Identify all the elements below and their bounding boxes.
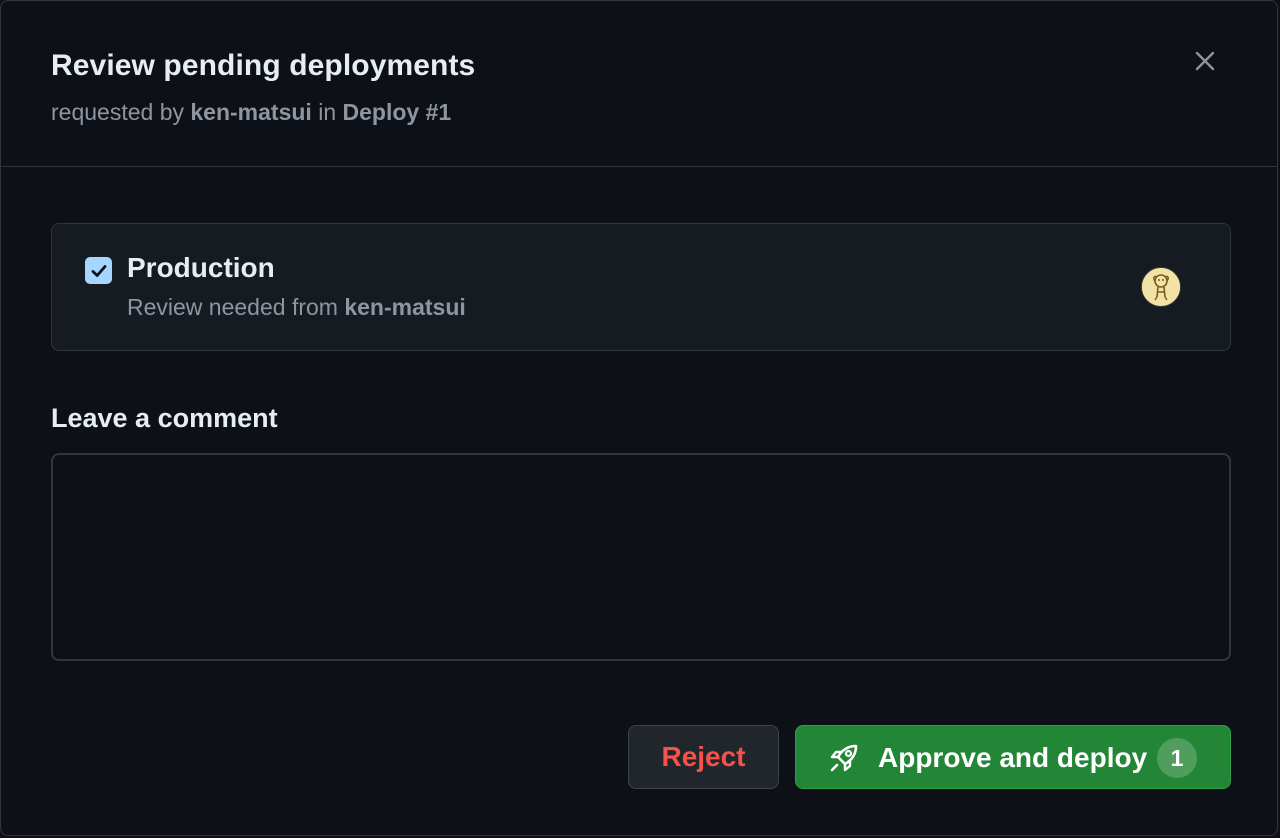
- x-icon: [1195, 51, 1215, 71]
- review-deployments-dialog: Review pending deployments requested by …: [0, 0, 1278, 836]
- environment-checkbox[interactable]: [85, 257, 112, 284]
- comment-textarea[interactable]: [51, 453, 1231, 661]
- reject-button[interactable]: Reject: [628, 725, 779, 789]
- comment-label: Leave a comment: [51, 403, 278, 433]
- dialog-title: Review pending deployments: [51, 49, 476, 82]
- check-icon: [91, 264, 106, 277]
- environment-card: Production Review needed from ken-matsui: [51, 223, 1231, 351]
- reviewer-link[interactable]: ken-matsui: [344, 294, 465, 320]
- reviewer-avatar[interactable]: [1141, 267, 1181, 307]
- review-prefix: Review needed from: [127, 294, 338, 320]
- approve-count-badge: 1: [1157, 738, 1197, 778]
- environment-name: Production: [127, 252, 275, 283]
- requester-link[interactable]: ken-matsui: [190, 99, 311, 125]
- subtitle-prefix: requested by: [51, 99, 184, 125]
- environment-review-text: Review needed from ken-matsui: [127, 294, 466, 321]
- approve-and-deploy-button[interactable]: Approve and deploy 1: [795, 725, 1231, 789]
- avatar-icon: [1142, 268, 1180, 306]
- subtitle-in: in: [318, 99, 337, 125]
- dialog-subtitle: requested by ken-matsui in Deploy #1: [51, 99, 451, 126]
- dialog-header: Review pending deployments requested by …: [1, 1, 1277, 167]
- workflow-run-link[interactable]: Deploy #1: [343, 99, 452, 125]
- approve-button-label: Approve and deploy: [878, 742, 1148, 773]
- close-button[interactable]: [1185, 41, 1225, 81]
- rocket-icon: [830, 744, 858, 772]
